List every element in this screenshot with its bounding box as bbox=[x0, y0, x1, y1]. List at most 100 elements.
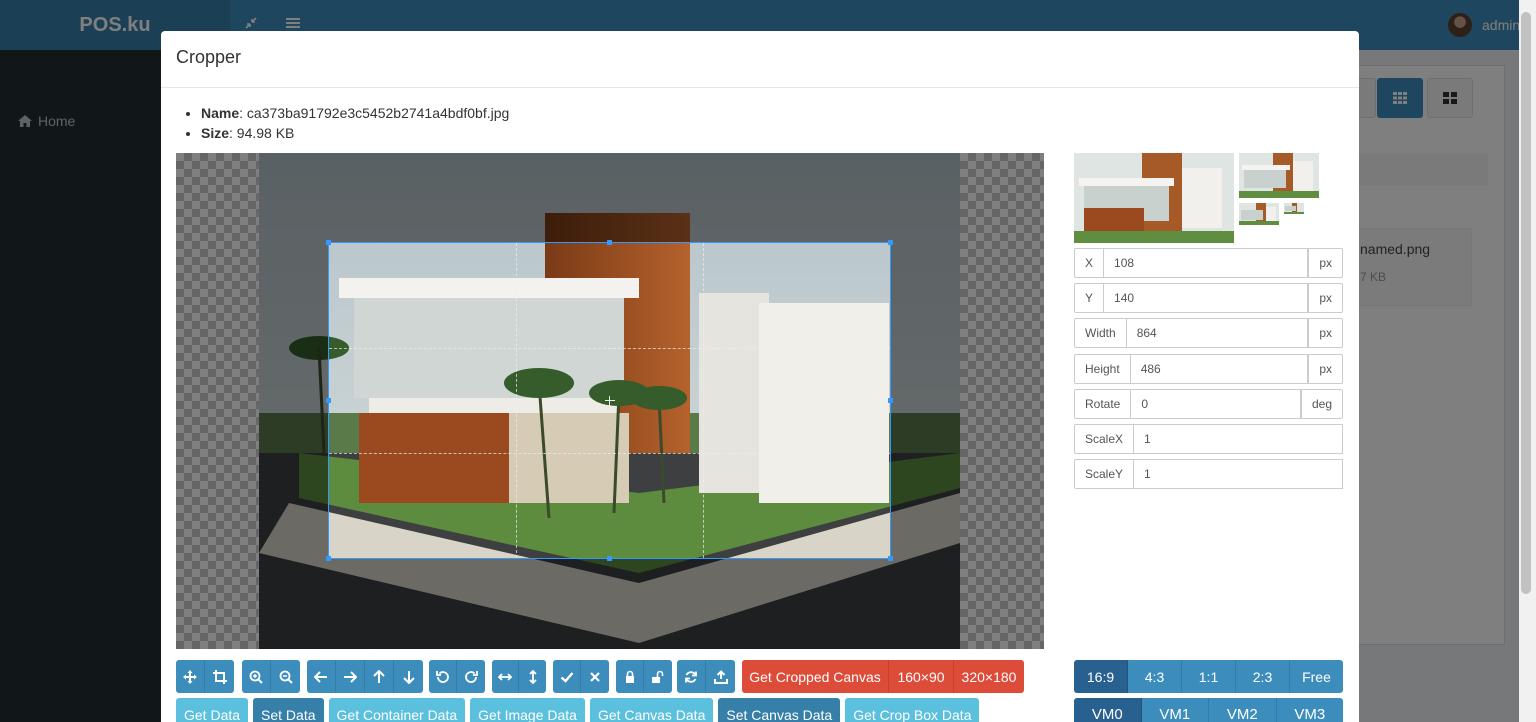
data-rotate-input[interactable] bbox=[1130, 389, 1301, 419]
crop-handle-e[interactable] bbox=[888, 398, 893, 403]
data-rotate-group: Rotate deg bbox=[1074, 389, 1343, 419]
data-scaley-input[interactable] bbox=[1133, 459, 1343, 489]
move-left-button[interactable] bbox=[307, 660, 336, 693]
flip-horizontal-button[interactable] bbox=[492, 660, 519, 693]
crop-handle-s[interactable] bbox=[607, 556, 612, 561]
data-method-group: Get Data Set Data Get Container Data Get… bbox=[176, 698, 980, 722]
crop-handle-nw[interactable] bbox=[326, 240, 331, 245]
rotate-button-group bbox=[429, 660, 485, 693]
flip-horizontal-icon bbox=[498, 672, 512, 681]
reset-button[interactable] bbox=[677, 660, 706, 693]
cropper-modal: Cropper Name: ca373ba91792e3c5452b2741a4… bbox=[161, 31, 1359, 722]
scrollbar-thumb[interactable] bbox=[1521, 12, 1531, 594]
crop-guide bbox=[329, 347, 890, 349]
data-scaley-label: ScaleY bbox=[1074, 459, 1134, 489]
zoom-in-icon bbox=[249, 670, 263, 684]
move-button-group bbox=[307, 660, 423, 693]
rotate-left-button[interactable] bbox=[429, 660, 457, 693]
move-down-button[interactable] bbox=[394, 660, 423, 693]
upload-image-button[interactable] bbox=[706, 660, 735, 693]
aspect-ratio-1-1[interactable]: 1:1 bbox=[1182, 660, 1236, 693]
file-info-list: Name: ca373ba91792e3c5452b2741a4bdf0bf.j… bbox=[201, 103, 509, 143]
get-crop-box-data-button[interactable]: Get Crop Box Data bbox=[845, 698, 980, 722]
lock-icon bbox=[625, 670, 634, 683]
zoom-button-group bbox=[242, 660, 300, 693]
crop-confirm-button[interactable] bbox=[553, 660, 581, 693]
data-scalex-group: ScaleX bbox=[1074, 424, 1343, 454]
close-icon bbox=[590, 671, 600, 682]
aspect-ratio-4-3[interactable]: 4:3 bbox=[1128, 660, 1182, 693]
get-cropped-canvas-button[interactable]: Get Cropped Canvas bbox=[742, 660, 889, 693]
zoom-out-button[interactable] bbox=[271, 660, 300, 693]
view-mode-0[interactable]: VM0 bbox=[1074, 698, 1142, 722]
crop-handle-sw[interactable] bbox=[326, 556, 331, 561]
upload-icon bbox=[713, 669, 728, 684]
reset-upload-group bbox=[677, 660, 735, 693]
zoom-out-icon bbox=[279, 670, 293, 684]
file-name-item: Name: ca373ba91792e3c5452b2741a4bdf0bf.j… bbox=[201, 103, 509, 123]
reset-icon bbox=[685, 670, 697, 683]
view-mode-2[interactable]: VM2 bbox=[1209, 698, 1277, 722]
cropped-canvas-320-button[interactable]: 320×180 bbox=[954, 660, 1024, 693]
get-canvas-data-button[interactable]: Get Canvas Data bbox=[589, 698, 714, 722]
crop-handle-n[interactable] bbox=[607, 240, 612, 245]
rotate-left-icon bbox=[435, 670, 449, 683]
aspect-ratio-group: 16:9 4:3 1:1 2:3 Free bbox=[1074, 660, 1343, 693]
data-scalex-input[interactable] bbox=[1133, 424, 1343, 454]
file-name-label: Name bbox=[201, 105, 240, 121]
unlock-icon bbox=[652, 670, 664, 683]
aspect-ratio-2-3[interactable]: 2:3 bbox=[1236, 660, 1290, 693]
preview-medium bbox=[1239, 153, 1319, 198]
arrow-right-icon bbox=[344, 670, 357, 683]
data-width-unit: px bbox=[1308, 318, 1343, 348]
move-up-button[interactable] bbox=[365, 660, 394, 693]
aspect-ratio-free[interactable]: Free bbox=[1290, 660, 1343, 693]
crop-clear-button[interactable] bbox=[581, 660, 609, 693]
modal-title: Cropper bbox=[176, 47, 242, 67]
flip-vertical-button[interactable] bbox=[519, 660, 546, 693]
set-canvas-data-button[interactable]: Set Canvas Data bbox=[718, 698, 841, 722]
rotate-right-button[interactable] bbox=[457, 660, 485, 693]
modal-header: Cropper bbox=[161, 31, 1359, 88]
set-data-button[interactable]: Set Data bbox=[253, 698, 324, 722]
crop-mode-button[interactable] bbox=[205, 660, 234, 693]
move-icon bbox=[183, 669, 197, 684]
file-size-label: Size bbox=[201, 125, 230, 141]
crop-handle-ne[interactable] bbox=[888, 240, 893, 245]
get-image-data-button[interactable]: Get Image Data bbox=[470, 698, 585, 722]
data-y-group: Y px bbox=[1074, 283, 1343, 313]
data-x-unit: px bbox=[1308, 248, 1343, 278]
view-mode-1[interactable]: VM1 bbox=[1141, 698, 1209, 722]
cropped-canvas-160-button[interactable]: 160×90 bbox=[889, 660, 954, 693]
view-mode-group: VM0 VM1 VM2 VM3 bbox=[1074, 698, 1343, 722]
move-mode-button[interactable] bbox=[176, 660, 205, 693]
data-width-input[interactable] bbox=[1125, 318, 1309, 348]
lock-button[interactable] bbox=[616, 660, 644, 693]
crop-box[interactable] bbox=[326, 240, 893, 561]
crop-handle-w[interactable] bbox=[326, 398, 331, 403]
page-scrollbar[interactable] bbox=[1519, 0, 1536, 722]
data-x-input[interactable] bbox=[1103, 248, 1309, 278]
crop-guide bbox=[329, 452, 890, 454]
crop-handle-se[interactable] bbox=[888, 556, 893, 561]
file-size-item: Size: 94.98 KB bbox=[201, 123, 509, 143]
cropped-canvas-group: Get Cropped Canvas 160×90 320×180 bbox=[742, 660, 1024, 693]
zoom-in-button[interactable] bbox=[242, 660, 271, 693]
data-y-input[interactable] bbox=[1103, 283, 1309, 313]
get-container-data-button[interactable]: Get Container Data bbox=[328, 698, 466, 722]
check-icon bbox=[560, 671, 573, 683]
aspect-ratio-16-9[interactable]: 16:9 bbox=[1074, 660, 1128, 693]
view-mode-3[interactable]: VM3 bbox=[1276, 698, 1343, 722]
flip-vertical-icon bbox=[528, 669, 537, 684]
data-width-label: Width bbox=[1074, 318, 1126, 348]
unlock-button[interactable] bbox=[644, 660, 672, 693]
data-scalex-label: ScaleX bbox=[1074, 424, 1134, 454]
get-data-button[interactable]: Get Data bbox=[176, 698, 249, 722]
data-height-input[interactable] bbox=[1129, 354, 1309, 384]
data-rotate-unit: deg bbox=[1300, 389, 1343, 419]
file-size-value: : 94.98 KB bbox=[229, 125, 295, 141]
move-right-button[interactable] bbox=[336, 660, 365, 693]
preview-large bbox=[1074, 153, 1234, 243]
crop-guide bbox=[702, 243, 704, 558]
cropper-canvas[interactable] bbox=[176, 153, 1044, 649]
